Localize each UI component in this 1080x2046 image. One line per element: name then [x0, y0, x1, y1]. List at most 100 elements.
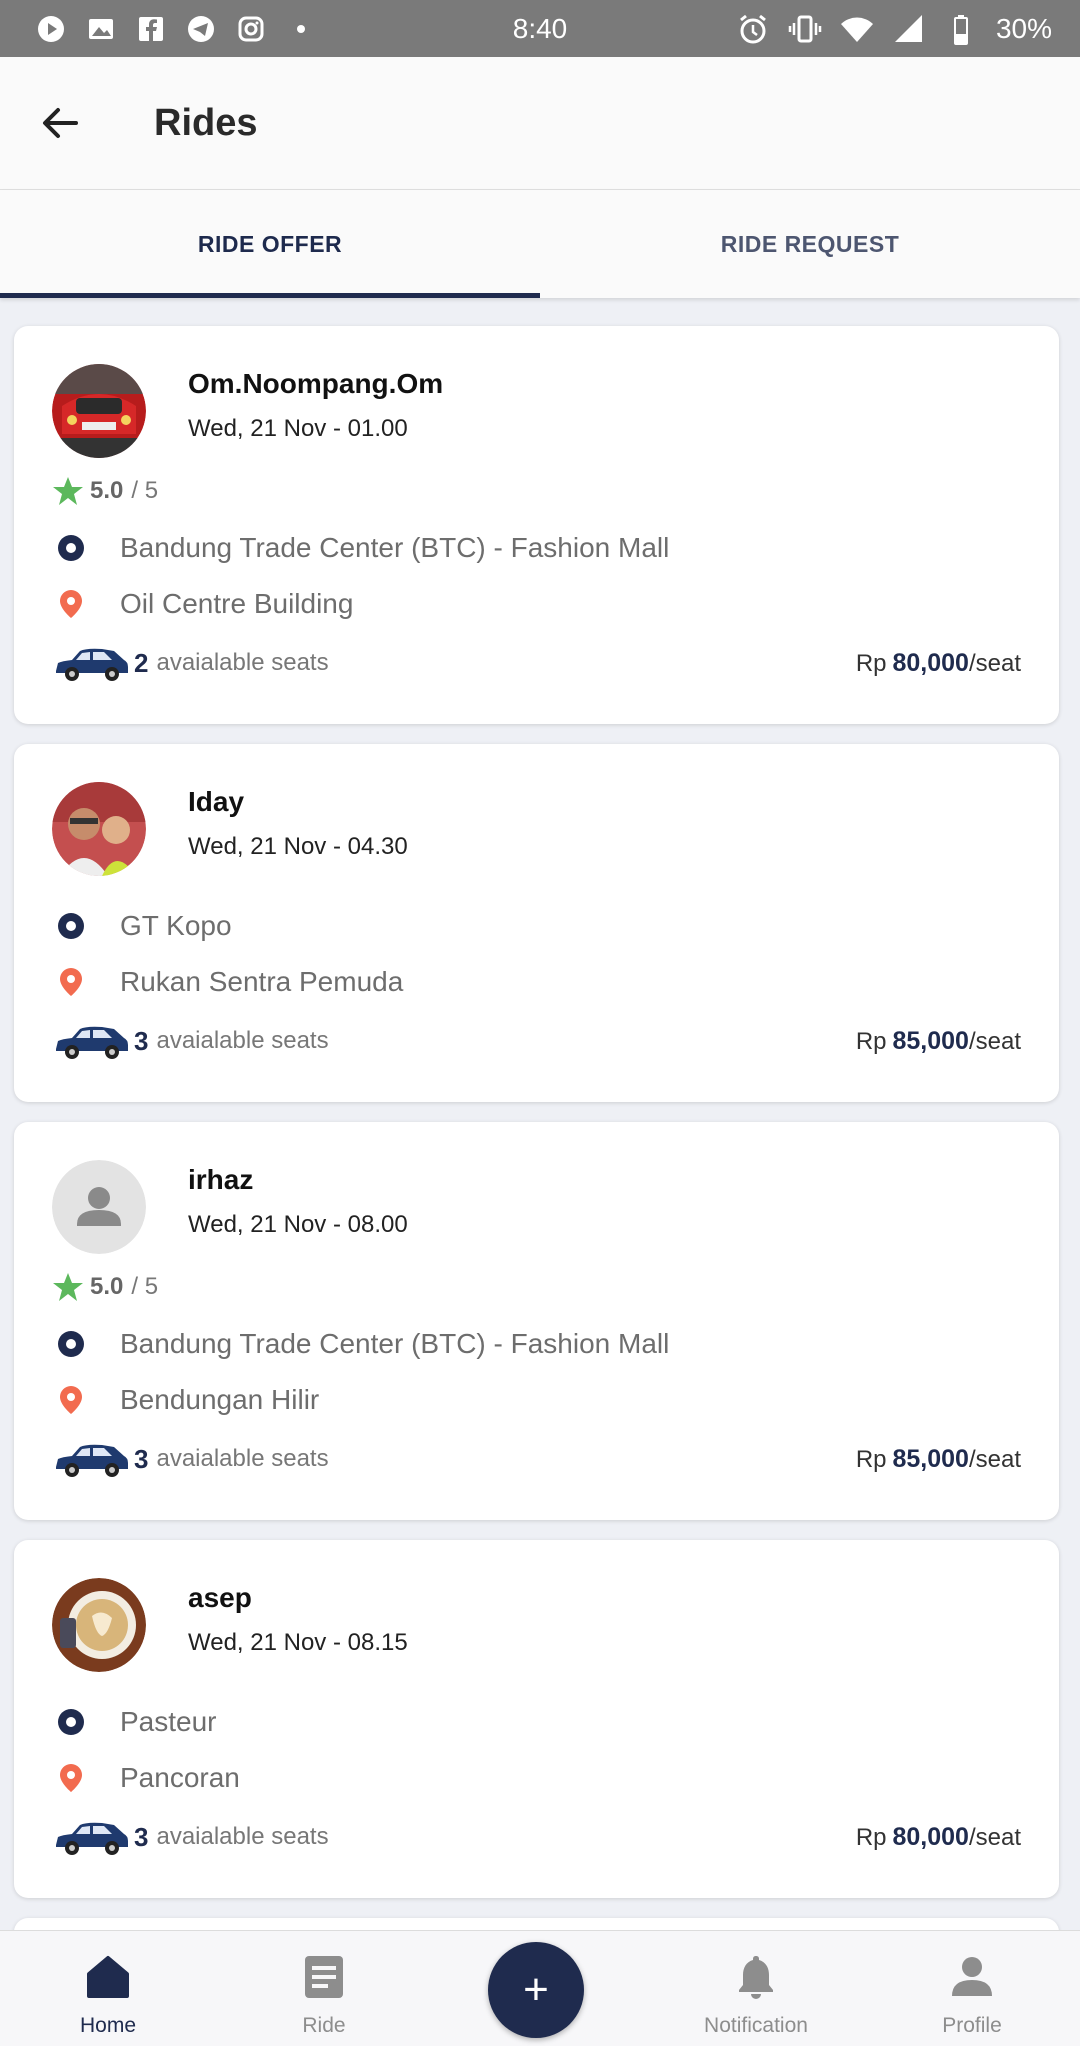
price: Rp 80,000/seat — [856, 649, 1021, 678]
facebook-icon — [136, 14, 166, 44]
nav-notification[interactable]: Notification — [666, 1952, 846, 2038]
add-ride-button[interactable]: + — [488, 1942, 584, 2038]
origin-dot-icon — [52, 529, 90, 567]
ride-card[interactable]: asep Wed, 21 Nov - 08.15 Pasteur Pancora… — [14, 1540, 1059, 1898]
avatar — [52, 1160, 146, 1254]
destination-text: Oil Centre Building — [120, 588, 354, 619]
price: Rp 80,000/seat — [856, 1823, 1021, 1852]
nav-home-label: Home — [79, 2014, 137, 2037]
destination-text: Bendungan Hilir — [120, 1384, 320, 1415]
nav-home[interactable]: Home — [18, 1952, 198, 2038]
destination-row: Oil Centre Building — [52, 576, 1021, 632]
nav-ride-label: Ride — [302, 2014, 346, 2037]
back-button[interactable] — [30, 93, 90, 153]
driver-name: asep — [188, 1582, 252, 1613]
origin-text: GT Kopo — [120, 910, 232, 941]
star-icon — [52, 1271, 84, 1303]
destination-text: Rukan Sentra Pemuda — [120, 966, 404, 997]
location-pin-icon — [52, 1381, 90, 1419]
tab-ride-offer[interactable]: RIDE OFFER — [0, 190, 540, 298]
car-icon — [52, 1817, 130, 1857]
destination-text: Pancoran — [120, 1762, 240, 1793]
play-icon — [36, 14, 66, 44]
rating-max: / 5 — [131, 1273, 159, 1300]
alarm-icon — [740, 14, 766, 43]
status-bar: 8:40 30% — [0, 0, 1080, 57]
driver-name: Om.Noompang.Om — [188, 368, 444, 399]
home-icon — [87, 1956, 129, 1998]
price: Rp 85,000/seat — [856, 1027, 1021, 1056]
seat-row: 3 avaialable seats Rp 80,000/seat — [52, 1816, 1021, 1858]
price-amount: 85,000 — [892, 1026, 969, 1055]
seat-row: 3 avaialable seats Rp 85,000/seat — [52, 1020, 1021, 1062]
origin-row: GT Kopo — [52, 898, 1021, 954]
ride-card[interactable]: asep — [14, 1918, 1059, 1930]
seat-label: avaialable seats — [156, 1445, 329, 1472]
person-icon — [952, 1957, 992, 1996]
signal-icon — [894, 14, 922, 42]
vibrate-icon — [788, 15, 822, 42]
seat-label: avaialable seats — [156, 649, 329, 676]
car-icon — [52, 1021, 130, 1061]
location-pin-icon — [52, 1759, 90, 1797]
dot-icon — [286, 14, 316, 44]
price: Rp 85,000/seat — [856, 1445, 1021, 1474]
battery-percent: 30% — [995, 12, 1052, 44]
tab-ride-request[interactable]: RIDE REQUEST — [540, 190, 1080, 298]
nav-notification-label: Notification — [704, 2014, 808, 2037]
status-left-icons — [36, 14, 316, 44]
origin-row: Bandung Trade Center (BTC) - Fashion Mal… — [52, 1316, 1021, 1372]
origin-dot-icon — [52, 1325, 90, 1363]
seat-count: 2 — [134, 647, 149, 678]
wifi-icon — [840, 17, 873, 42]
rating: 5.0 / 5 — [52, 476, 1021, 506]
price-currency: Rp — [855, 1823, 887, 1851]
price-amount: 80,000 — [892, 648, 969, 677]
app-bar: Rides — [0, 57, 1080, 190]
ride-datetime: Wed, 21 Nov - 08.00 — [188, 1211, 408, 1238]
origin-text: Pasteur — [120, 1706, 217, 1737]
seat-label: avaialable seats — [156, 1823, 329, 1850]
car-icon — [52, 643, 130, 683]
ride-datetime: Wed, 21 Nov - 01.00 — [188, 415, 408, 442]
ride-card[interactable]: Om.Noompang.Om Wed, 21 Nov - 01.00 5.0 /… — [14, 326, 1059, 724]
page-title: Rides — [154, 101, 258, 144]
ride-card[interactable]: irhaz Wed, 21 Nov - 08.00 5.0 / 5 Bandun… — [14, 1122, 1059, 1520]
seat-row: 2 avaialable seats Rp 80,000/seat — [52, 642, 1021, 684]
rating-max: / 5 — [131, 477, 159, 504]
car-icon — [52, 1439, 130, 1479]
instagram-icon — [236, 14, 266, 44]
seat-label: avaialable seats — [156, 1027, 329, 1054]
origin-text: Bandung Trade Center (BTC) - Fashion Mal… — [120, 532, 670, 563]
price-currency: Rp — [855, 649, 887, 677]
driver-name: irhaz — [188, 1164, 254, 1195]
bell-icon — [739, 1956, 773, 1999]
ride-datetime: Wed, 21 Nov - 08.15 — [188, 1629, 408, 1656]
origin-text: Bandung Trade Center (BTC) - Fashion Mal… — [120, 1328, 670, 1359]
seat-count: 3 — [134, 1821, 149, 1852]
destination-row: Bendungan Hilir — [52, 1372, 1021, 1428]
seat-count: 3 — [134, 1443, 149, 1474]
location-pin-icon — [52, 585, 90, 623]
destination-row: Pancoran — [52, 1750, 1021, 1806]
nav-ride[interactable]: Ride — [234, 1952, 414, 2038]
star-icon — [52, 475, 84, 507]
seat-row: 3 avaialable seats Rp 85,000/seat — [52, 1438, 1021, 1480]
origin-dot-icon — [52, 907, 90, 945]
driver-name: Iday — [188, 786, 245, 817]
price-amount: 85,000 — [892, 1444, 969, 1473]
rating-value: 5.0 — [90, 477, 124, 504]
ride-list[interactable]: Om.Noompang.Om Wed, 21 Nov - 01.00 5.0 /… — [0, 298, 1080, 1930]
price-unit: /seat — [968, 1445, 1021, 1473]
destination-row: Rukan Sentra Pemuda — [52, 954, 1021, 1010]
avatar — [52, 782, 146, 876]
arrow-back-icon — [43, 108, 78, 138]
image-icon — [86, 14, 116, 44]
document-icon — [305, 1956, 343, 1998]
avatar — [52, 364, 146, 458]
nav-profile[interactable]: Profile — [882, 1952, 1062, 2038]
status-right-icons: 30% — [736, 12, 1052, 46]
tab-bar: RIDE OFFER RIDE REQUEST — [0, 190, 1080, 298]
ride-card[interactable]: Iday Wed, 21 Nov - 04.30 GT Kopo Rukan S… — [14, 744, 1059, 1102]
origin-dot-icon — [52, 1703, 90, 1741]
